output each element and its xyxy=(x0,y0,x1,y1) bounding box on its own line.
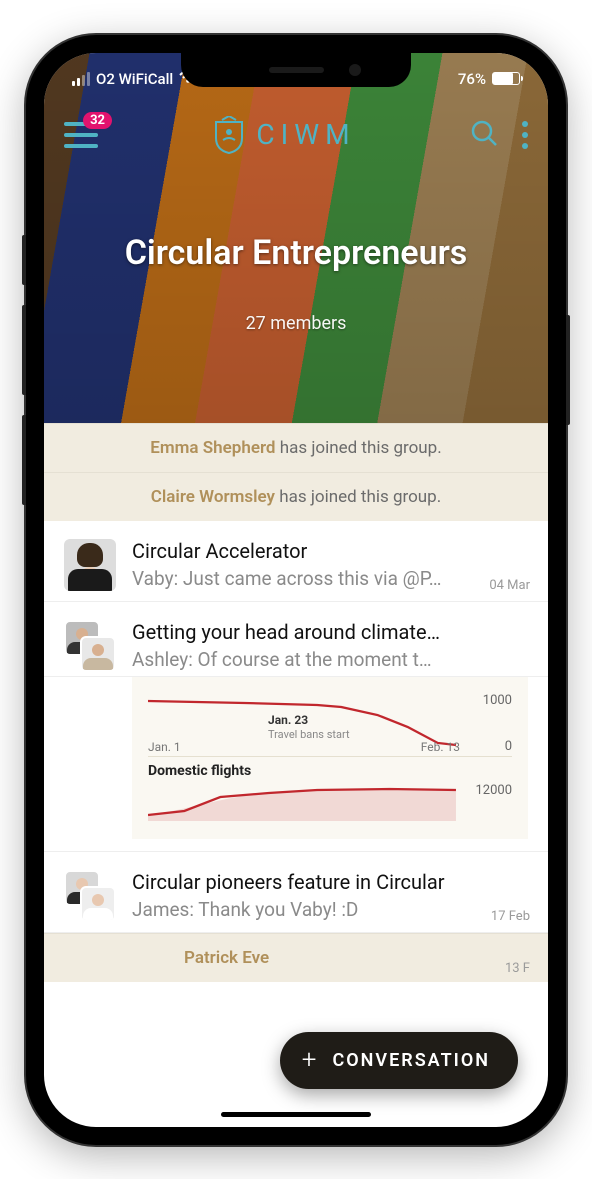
feed-item[interactable]: Circular pioneers feature in Circular Ja… xyxy=(44,852,548,933)
notice-date: 13 F xyxy=(505,961,530,976)
phone-frame: O2 WiFiCall 16:56 76% 32 xyxy=(26,35,566,1145)
signal-bars-icon xyxy=(72,72,90,86)
feed-item[interactable]: Circular Accelerator Vaby: Just came acr… xyxy=(44,521,548,602)
fab-label: CONVERSATION xyxy=(333,1050,491,1071)
battery-icon xyxy=(492,72,520,85)
brand-crest-icon xyxy=(212,116,246,154)
feed[interactable]: Circular Accelerator Vaby: Just came acr… xyxy=(44,521,548,982)
avatar xyxy=(64,539,116,591)
feed-item-preview: Ashley: Of course at the moment t… xyxy=(132,648,528,671)
group-members: 27 members xyxy=(44,313,548,334)
join-notice: Patrick Eve 13 F xyxy=(44,933,548,982)
feed-item-date: 17 Feb xyxy=(491,909,530,924)
search-button[interactable] xyxy=(470,119,498,151)
brand-text: CIWM xyxy=(256,118,355,151)
join-notice-name: Patrick Eve xyxy=(184,948,269,968)
carrier-label: O2 WiFiCall xyxy=(96,70,173,88)
notch xyxy=(181,53,411,87)
feed-item-date: 04 Mar xyxy=(489,578,530,593)
chart-ytick: 0 xyxy=(505,739,512,754)
notification-badge: 32 xyxy=(83,112,112,129)
feed-item-title: Circular Accelerator xyxy=(132,539,528,563)
chart-ytick: 1000 xyxy=(483,693,512,708)
battery-pct: 76% xyxy=(458,70,486,88)
join-notice-name: Emma Shepherd xyxy=(150,438,275,458)
menu-button[interactable]: 32 xyxy=(64,122,98,148)
chart-title: Domestic flights xyxy=(148,763,512,779)
app-bar: 32 CIWM xyxy=(44,107,548,163)
join-notice-name: Claire Wormsley xyxy=(151,487,275,507)
home-indicator[interactable] xyxy=(221,1112,371,1117)
join-notice: Emma Shepherd has joined this group. xyxy=(44,423,548,472)
chart-xtick: Feb. 13 xyxy=(421,740,460,754)
brand[interactable]: CIWM xyxy=(212,116,355,154)
screen: O2 WiFiCall 16:56 76% 32 xyxy=(44,53,548,1127)
new-conversation-button[interactable]: + CONVERSATION xyxy=(280,1032,518,1089)
chart-preview: 1000 0 Jan. 23Travel bans start Jan. 1 F… xyxy=(132,677,528,839)
overflow-menu-button[interactable] xyxy=(522,121,528,149)
feed-item-preview: Vaby: Just came across this via @P… xyxy=(132,567,528,590)
avatar-stack xyxy=(64,870,116,922)
feed-item[interactable]: Getting your head around climate… Ashley… xyxy=(44,602,548,677)
group-title: Circular Entrepreneurs xyxy=(44,233,548,273)
feed-item-title: Getting your head around climate… xyxy=(132,620,528,644)
group-hero: O2 WiFiCall 16:56 76% 32 xyxy=(44,53,548,423)
chart-annotation: Jan. 23Travel bans start xyxy=(268,713,350,742)
plus-icon: + xyxy=(302,1050,319,1071)
chart-ytick: 12000 xyxy=(475,783,512,798)
chart-xtick: Jan. 1 xyxy=(148,740,181,754)
feed-item-preview: James: Thank you Vaby! :D xyxy=(132,898,528,921)
avatar-stack xyxy=(64,620,116,672)
join-notice: Claire Wormsley has joined this group. xyxy=(44,472,548,521)
feed-item-title: Circular pioneers feature in Circular xyxy=(132,870,528,894)
